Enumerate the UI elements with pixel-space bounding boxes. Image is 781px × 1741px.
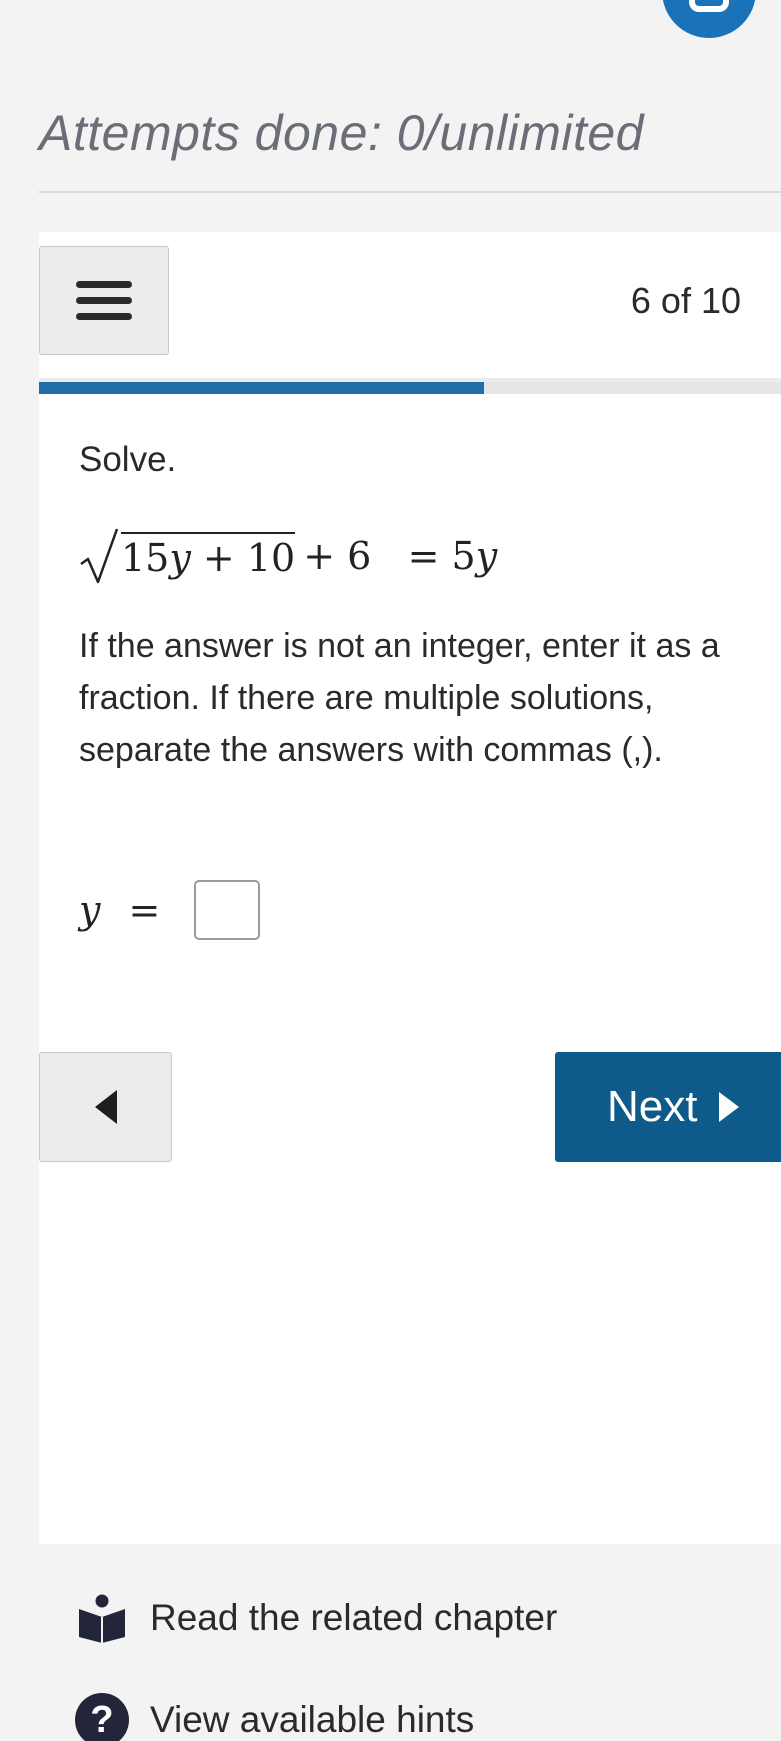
chat-bubble-icon [689,0,729,12]
square-root-icon [80,528,119,584]
answer-equals: = [128,888,161,932]
read-chapter-label: Read the related chapter [150,1597,558,1638]
question-card: 6 of 10 Solve. 15y + 10 + 6 = 5y If the … [39,232,781,1544]
radicand-constant: 10 [246,536,296,580]
instructions: If the answer is not an integer, enter i… [79,627,720,769]
hamburger-menu-icon [76,281,132,288]
question-circle-icon: ? [75,1693,129,1741]
radicand-coefficient: 15 [121,536,170,580]
view-hints-label: View available hints [150,1699,475,1740]
radicand: 15y + 10 [121,532,296,580]
attempts-status: Attempts done: 0/unlimited [39,105,644,161]
rhs-variable: y [475,534,498,578]
rhs-coefficient: 5 [451,534,476,578]
outer-operator: + [303,534,336,578]
radicand-operator: + [202,536,235,580]
hint-icon-wrap: ? [72,1690,132,1741]
triangle-left-icon [94,1090,117,1124]
progress-bar [39,382,781,394]
question-menu-button[interactable] [39,246,169,355]
hamburger-menu-icon-bar [76,313,132,320]
equation: 15y + 10 + 6 = 5y [79,521,497,591]
view-hints-link[interactable]: ? View available hints [72,1690,474,1741]
radicand-variable: y [169,536,191,580]
answer-row: y = [79,878,261,942]
triangle-right-icon [719,1092,740,1122]
next-button[interactable]: Next [555,1052,781,1162]
previous-button[interactable] [39,1052,172,1162]
page: Attempts done: 0/unlimited 6 of 10 Solve… [0,0,781,1741]
question-counter: 6 of 10 [630,280,741,321]
book-reader-icon [72,1588,132,1648]
next-button-label: Next [607,1082,698,1131]
divider [39,191,781,193]
answer-variable: y [79,888,101,932]
answer-input[interactable] [194,880,261,940]
read-chapter-link[interactable]: Read the related chapter [72,1588,557,1648]
outer-constant: 6 [347,534,372,578]
progress-fill [39,382,485,394]
equals-sign: = [407,534,440,578]
question-label: Solve. [79,440,177,479]
hamburger-menu-icon-bar [76,297,132,304]
chat-fab-button[interactable] [662,0,756,38]
